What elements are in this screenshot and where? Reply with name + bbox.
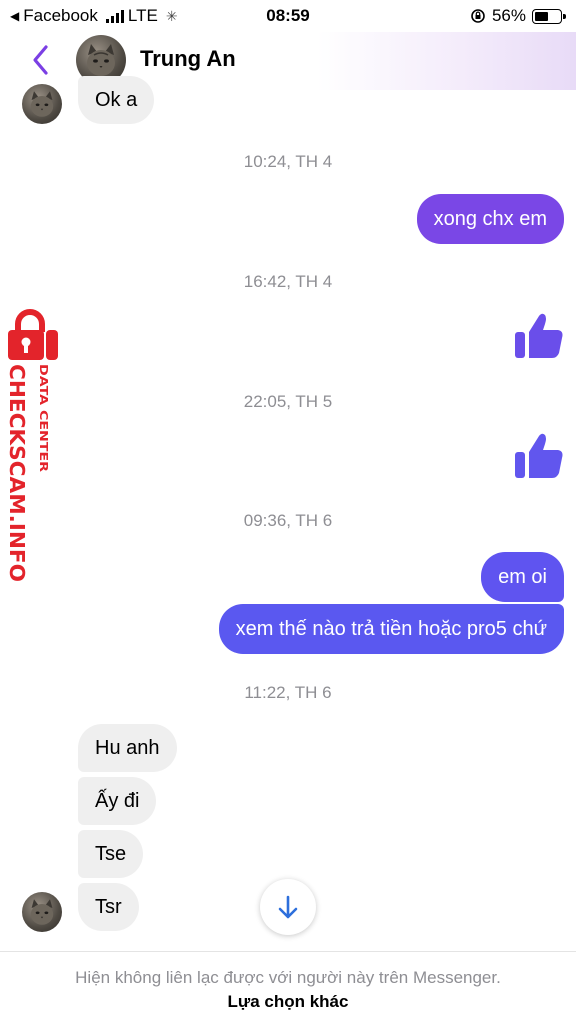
watermark-logo: CHECKSCAM.INFO DATA CENTER [5,309,58,582]
contact-avatar-small[interactable] [22,84,62,124]
outgoing-message[interactable]: xong chx em [416,194,564,244]
status-right: 56% [470,6,566,26]
footer-divider [0,951,576,952]
timestamp: 10:24, TH 4 [243,152,333,171]
battery-icon [532,8,566,24]
cat-photo-icon [30,91,54,117]
incoming-message[interactable]: Tse [78,830,144,878]
status-bar: ◀ Facebook LTE ✳ 08:59 56% [0,0,576,32]
timestamp: 16:42, TH 4 [243,272,333,291]
incoming-message[interactable]: Ok a [78,76,155,124]
outgoing-message[interactable]: em oi [481,552,564,602]
incoming-message[interactable]: Hu anh [78,724,177,772]
thumbs-up-icon[interactable] [512,310,566,362]
unavailable-notice: Hiện không liên lạc được với người này t… [75,968,501,987]
watermark-brand: CHECKSCAM.INFO [5,364,29,582]
contact-name[interactable]: Trung An [140,46,236,72]
back-button[interactable] [28,42,54,78]
contact-avatar-small[interactable] [22,892,62,932]
cat-photo-icon [30,899,54,925]
outgoing-message[interactable]: xem thế nào trả tiền hoặc pro5 chứ [218,604,564,654]
incoming-message[interactable]: Ấy đi [78,777,157,825]
timestamp: 11:22, TH 6 [244,683,332,702]
incoming-message[interactable]: Tsr [78,883,139,931]
chevron-left-icon [33,45,48,75]
other-options-link[interactable]: Lựa chọn khác [0,992,576,1012]
watermark-tagline: DATA CENTER [37,364,50,473]
timestamp: 22:05, TH 5 [243,392,333,411]
arrow-down-icon [278,895,298,919]
rotation-lock-icon [471,9,485,23]
timestamp: 09:36, TH 6 [243,511,333,530]
scroll-to-bottom-button[interactable] [260,879,316,935]
battery-percent: 56% [491,6,526,25]
thumbs-up-icon[interactable] [512,430,566,482]
